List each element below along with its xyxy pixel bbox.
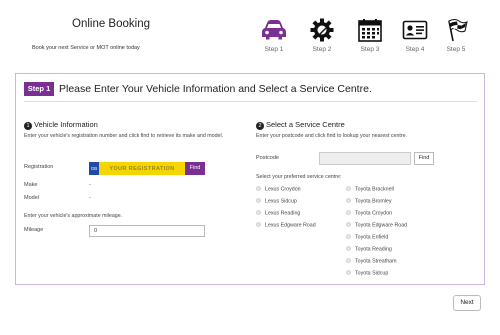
centre-option-label: Lexus Reading	[265, 210, 301, 217]
step-label: Step 4	[405, 46, 425, 53]
model-value: -	[89, 195, 91, 201]
centre-option-toyota-streatham[interactable]: Toyota Streatham	[346, 258, 397, 266]
centre-heading-text: Select a Service Centre	[266, 120, 345, 129]
centre-option-label: Toyota Bromley	[355, 198, 392, 205]
step-label: Step 5	[446, 46, 466, 53]
select-centre-label: Select your preferred service centre:	[256, 174, 342, 180]
number-badge: 2	[256, 122, 264, 130]
step-5[interactable]: Step 5	[436, 18, 476, 58]
radio-button[interactable]	[346, 270, 351, 275]
mileage-instructions: Enter your vehicle's approximate mileage…	[24, 213, 123, 219]
step-label: Step 2	[312, 46, 332, 53]
page-subtitle: Book your next Service or MOT online tod…	[32, 45, 140, 51]
id-card-icon	[402, 20, 428, 40]
vehicle-heading: 1 Vehicle Information	[24, 120, 98, 130]
calendar-icon	[358, 19, 382, 42]
centre-option-label: Toyota Reading	[355, 246, 392, 253]
radio-button[interactable]	[256, 186, 261, 191]
step-label: Step 1	[264, 46, 284, 53]
make-label: Make	[24, 182, 38, 188]
step-4[interactable]: Step 4	[395, 18, 435, 58]
make-value: -	[89, 182, 91, 188]
radio-button[interactable]	[256, 222, 261, 227]
page-title: Online Booking	[72, 18, 150, 30]
divider	[24, 101, 477, 102]
postcode-label: Postcode	[256, 155, 279, 161]
centre-option-label: Toyota Edgware Road	[355, 222, 408, 229]
centre-option-label: Lexus Sidcup	[265, 198, 297, 205]
centre-option-label: Toyota Sidcup	[355, 270, 389, 277]
radio-button[interactable]	[346, 234, 351, 239]
gear-icon	[310, 18, 334, 42]
radio-button[interactable]	[346, 186, 351, 191]
step-2[interactable]: Step 2	[302, 18, 342, 58]
model-label: Model	[24, 195, 39, 201]
mileage-label: Mileage	[24, 227, 44, 233]
radio-button[interactable]	[346, 222, 351, 227]
centre-option-lexus-edgware-road[interactable]: Lexus Edgware Road	[256, 222, 316, 230]
radio-button[interactable]	[346, 258, 351, 263]
radio-button[interactable]	[256, 210, 261, 215]
step-3[interactable]: Step 3	[350, 18, 390, 58]
booking-steps: Step 1 Step 2 Step 3 Step 4 Step 5	[254, 18, 484, 58]
centre-option-label: Lexus Edgware Road	[265, 222, 316, 229]
step-label: Step 3	[360, 46, 380, 53]
centre-option-toyota-edgware-road[interactable]: Toyota Edgware Road	[346, 222, 407, 230]
vehicle-heading-text: Vehicle Information	[34, 120, 98, 129]
centre-option-label: Toyota Streatham	[355, 258, 397, 265]
next-button[interactable]: Next	[453, 295, 481, 311]
radio-button[interactable]	[346, 198, 351, 203]
step-badge: Step 1	[24, 82, 54, 96]
centre-option-toyota-croydon[interactable]: Toyota Croydon	[346, 210, 392, 218]
centre-option-lexus-sidcup[interactable]: Lexus Sidcup	[256, 198, 297, 206]
radio-button[interactable]	[346, 246, 351, 251]
centre-instructions: Enter your postcode and click find to lo…	[256, 133, 408, 139]
centre-option-label: Lexus Croydon	[265, 186, 301, 193]
number-badge: 1	[24, 122, 32, 130]
centre-option-label: Toyota Enfield	[355, 234, 389, 241]
car-icon	[262, 20, 286, 40]
centre-heading: 2 Select a Service Centre	[256, 120, 345, 130]
finish-flag-icon	[448, 19, 468, 42]
centre-option-lexus-reading[interactable]: Lexus Reading	[256, 210, 300, 218]
centre-option-toyota-bromley[interactable]: Toyota Bromley	[346, 198, 392, 206]
panel-title: Please Enter Your Vehicle Information an…	[59, 83, 372, 95]
centre-option-toyota-reading[interactable]: Toyota Reading	[346, 246, 392, 254]
booking-panel: Step 1 Please Enter Your Vehicle Informa…	[15, 73, 485, 285]
radio-button[interactable]	[346, 210, 351, 215]
postcode-find-button[interactable]: Find	[414, 152, 434, 165]
registration-label: Registration	[24, 164, 54, 170]
registration-find-button[interactable]: Find	[185, 162, 205, 175]
registration-plate: GB Find	[89, 162, 205, 175]
gb-badge: GB	[89, 162, 99, 175]
step-1[interactable]: Step 1	[254, 18, 294, 58]
centre-option-toyota-bracknell[interactable]: Toyota Bracknell	[346, 186, 394, 194]
centre-option-lexus-croydon[interactable]: Lexus Croydon	[256, 186, 301, 194]
centre-option-label: Toyota Bracknell	[355, 186, 394, 193]
postcode-input[interactable]	[319, 152, 411, 165]
vehicle-instructions: Enter your vehicle's registration number…	[24, 133, 224, 139]
radio-button[interactable]	[256, 198, 261, 203]
centre-option-label: Toyota Croydon	[355, 210, 393, 217]
mileage-input[interactable]	[89, 225, 205, 237]
centre-option-toyota-sidcup[interactable]: Toyota Sidcup	[346, 270, 388, 278]
registration-input[interactable]	[99, 162, 185, 175]
centre-option-toyota-enfield[interactable]: Toyota Enfield	[346, 234, 388, 242]
